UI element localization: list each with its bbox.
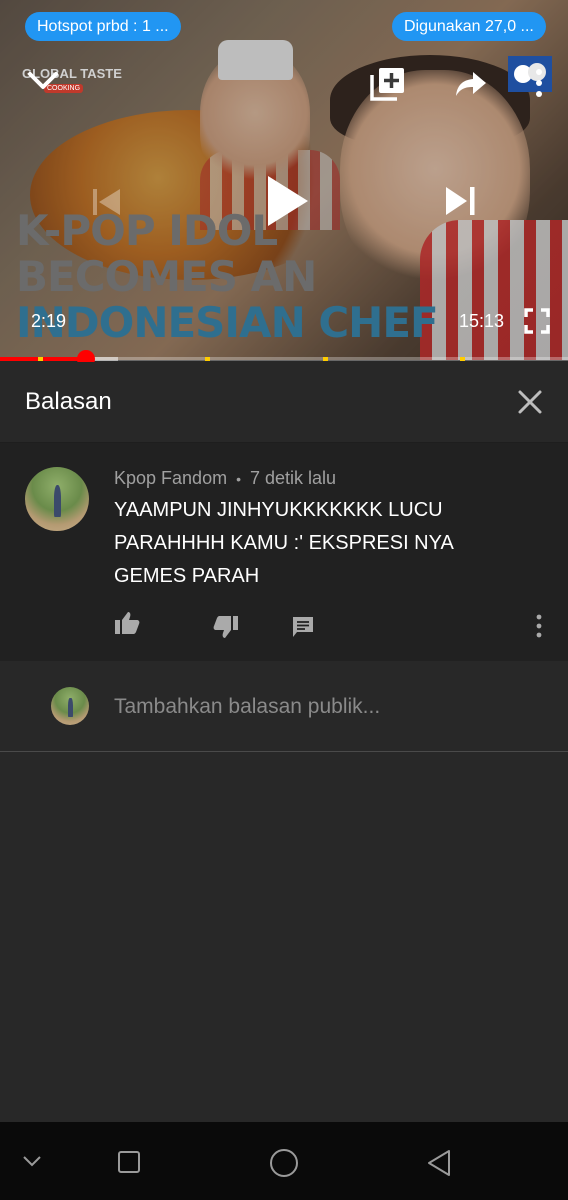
avatar (51, 687, 89, 725)
meta-separator: • (236, 471, 241, 487)
reply-bar (0, 662, 568, 752)
more-vert-icon[interactable] (532, 613, 546, 639)
comment-author[interactable]: Kpop Fandom (114, 468, 227, 488)
ad-marker (323, 357, 328, 361)
fullscreen-icon[interactable] (524, 308, 550, 334)
headline-line-1: K-POP IDOL (16, 206, 278, 255)
share-icon[interactable] (455, 70, 487, 98)
ad-marker (205, 357, 210, 361)
like-icon[interactable] (114, 611, 140, 635)
reply-input[interactable] (114, 690, 534, 724)
reply-icon[interactable] (291, 615, 315, 639)
hotspot-pill[interactable]: Hotspot prbd : 1 ... (25, 12, 181, 41)
chevron-down-icon[interactable] (22, 1154, 42, 1168)
comment-text: YAAMPUN JINHYUKKKKKKK LUCU PARAHHHH KAMU… (114, 499, 453, 587)
recents-icon[interactable] (117, 1150, 141, 1174)
play-icon[interactable] (262, 172, 312, 230)
previous-icon[interactable] (88, 184, 124, 220)
headline-line-2: BECOMES AN (16, 252, 317, 301)
more-vert-icon[interactable] (530, 66, 548, 100)
total-time: 15:13 (459, 311, 505, 331)
comment-meta: Kpop Fandom • 7 detik lalu (114, 468, 336, 489)
add-to-playlist-icon[interactable] (370, 66, 406, 102)
home-icon[interactable] (268, 1147, 300, 1179)
ad-marker (38, 357, 43, 361)
comment-card: Kpop Fandom • 7 detik lalu YAAMPUN JINHY… (0, 443, 568, 661)
close-icon[interactable] (514, 386, 546, 418)
video-player[interactable]: GLOBAL TASTE COOKING K-POP IDOL BECOMES … (0, 0, 568, 360)
replies-title: Balasan (25, 388, 112, 415)
avatar[interactable] (25, 467, 89, 531)
next-icon[interactable] (442, 182, 480, 220)
chevron-down-icon[interactable] (26, 68, 60, 94)
thumbnail-headline: K-POP IDOL BECOMES AN INDONESIAN CHEF (16, 206, 439, 347)
comment-time: 7 detik lalu (250, 468, 337, 488)
system-nav-bar (0, 1122, 568, 1200)
played-bar (0, 357, 87, 361)
headline-line-3: INDONESIAN CHEF (16, 298, 439, 347)
ad-marker (460, 357, 465, 361)
data-usage-pill[interactable]: Digunakan 27,0 ... (392, 12, 546, 41)
back-icon[interactable] (425, 1148, 453, 1178)
replies-header: Balasan (0, 362, 568, 443)
current-time: 2:19 (31, 311, 67, 331)
dislike-icon[interactable] (213, 615, 239, 639)
